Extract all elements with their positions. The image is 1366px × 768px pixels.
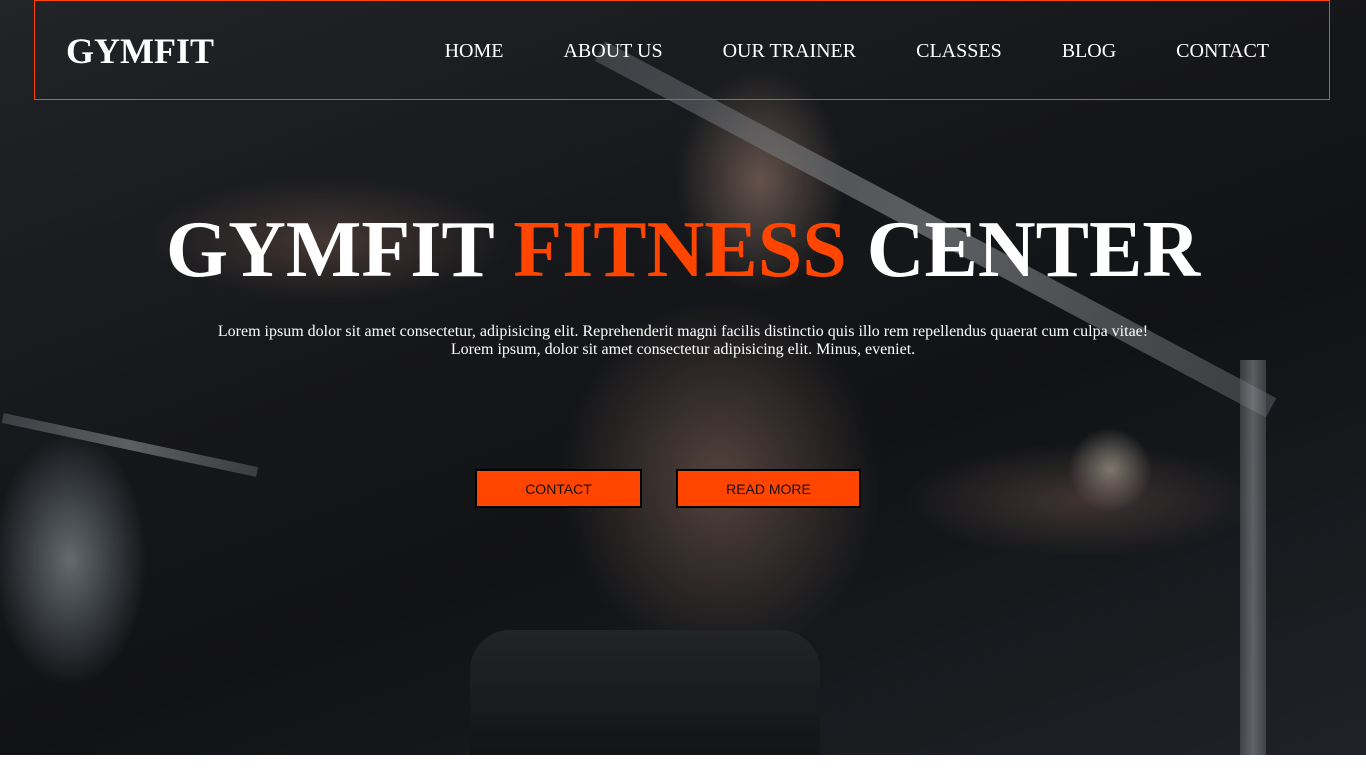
hero-section: GYMFIT HOME ABOUT US OUR TRAINER CLASSES… xyxy=(0,0,1366,755)
hero-title-part1: GYMFIT xyxy=(165,206,514,294)
nav-about-us-link[interactable]: ABOUT US xyxy=(563,40,662,62)
hero-title-accent: FITNESS xyxy=(513,206,847,294)
contact-button[interactable]: CONTACT xyxy=(475,469,642,508)
hero-description-line1: Lorem ipsum dolor sit amet consectetur, … xyxy=(217,323,1149,340)
top-navbar: GYMFIT HOME ABOUT US OUR TRAINER CLASSES… xyxy=(34,0,1330,100)
site-logo[interactable]: GYMFIT xyxy=(66,29,214,73)
nav-our-trainer-link[interactable]: OUR TRAINER xyxy=(723,40,857,62)
read-more-button[interactable]: READ MORE xyxy=(676,469,861,508)
nav-home-link[interactable]: HOME xyxy=(445,40,504,62)
nav-menu: HOME ABOUT US OUR TRAINER CLASSES BLOG C… xyxy=(445,1,1329,101)
hero-description: Lorem ipsum dolor sit amet consectetur, … xyxy=(183,323,1183,359)
nav-blog-link[interactable]: BLOG xyxy=(1062,40,1116,62)
hero-description-line2: Lorem ipsum, dolor sit amet consectetur … xyxy=(450,341,916,358)
nav-contact-link[interactable]: CONTACT xyxy=(1176,40,1269,62)
nav-classes-link[interactable]: CLASSES xyxy=(916,40,1002,62)
hero-title-part2: CENTER xyxy=(846,206,1201,294)
hero-title: GYMFIT FITNESS CENTER xyxy=(0,205,1366,295)
